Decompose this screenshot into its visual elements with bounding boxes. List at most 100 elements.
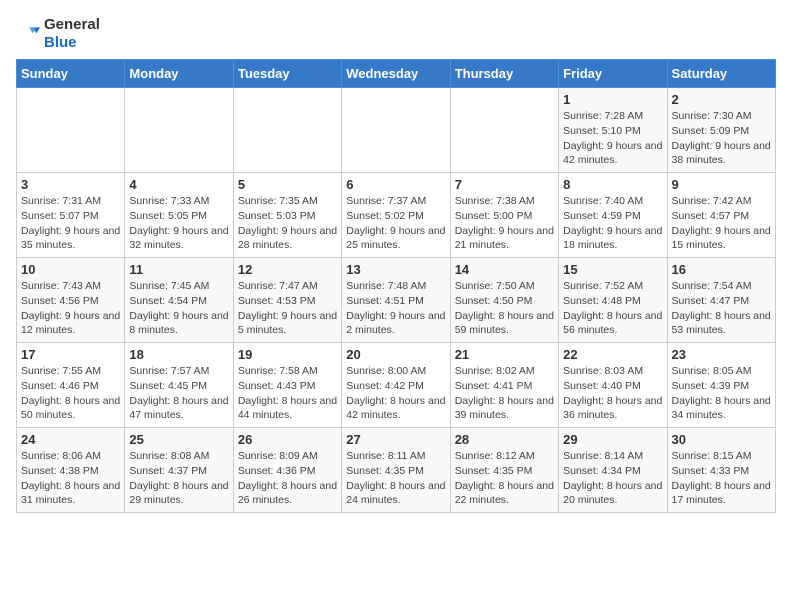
day-number: 7 — [455, 177, 554, 192]
day-number: 16 — [672, 262, 771, 277]
week-row-1: 1Sunrise: 7:28 AM Sunset: 5:10 PM Daylig… — [17, 88, 776, 173]
day-cell: 10Sunrise: 7:43 AM Sunset: 4:56 PM Dayli… — [17, 258, 125, 343]
day-cell: 17 Sunrise: 7:55 AM Sunset: 4:46 PM Dayli… — [17, 343, 125, 428]
day-info: Sunrise: 8:14 AM Sunset: 4:34 PM Dayligh… — [563, 449, 662, 508]
day-cell: 18 Sunrise: 7:57 AM Sunset: 4:45 PM Dayli… — [125, 343, 233, 428]
day-cell: 4Sunrise: 7:33 AM Sunset: 5:05 PM Daylig… — [125, 173, 233, 258]
day-cell — [233, 88, 341, 173]
header-cell-saturday: Saturday — [667, 60, 775, 88]
day-cell: 5Sunrise: 7:35 AM Sunset: 5:03 PM Daylig… — [233, 173, 341, 258]
day-cell: 11 Sunrise: 7:45 AM Sunset: 4:54 PM Dayli… — [125, 258, 233, 343]
day-info: Sunrise: 7:33 AM Sunset: 5:05 PM Dayligh… — [129, 194, 228, 253]
day-number: 25 — [129, 432, 228, 447]
calendar-header: SundayMondayTuesdayWednesdayThursdayFrid… — [17, 60, 776, 88]
day-info: Sunrise: 8:02 AM Sunset: 4:41 PM Dayligh… — [455, 364, 554, 423]
day-info: Sunrise: 7:50 AM Sunset: 4:50 PM Dayligh… — [455, 279, 554, 338]
header-cell-sunday: Sunday — [17, 60, 125, 88]
day-number: 23 — [672, 347, 771, 362]
logo-blue-text: Blue — [44, 34, 77, 51]
day-info: Sunrise: 7:37 AM Sunset: 5:02 PM Dayligh… — [346, 194, 445, 253]
day-info: Sunrise: 8:12 AM Sunset: 4:35 PM Dayligh… — [455, 449, 554, 508]
week-row-4: 17 Sunrise: 7:55 AM Sunset: 4:46 PM Dayli… — [17, 343, 776, 428]
day-info: Sunrise: 8:00 AM Sunset: 4:42 PM Dayligh… — [346, 364, 445, 423]
day-cell: 30Sunrise: 8:15 AM Sunset: 4:33 PM Dayli… — [667, 428, 775, 513]
day-info: Sunrise: 8:15 AM Sunset: 4:33 PM Dayligh… — [672, 449, 771, 508]
day-number: 2 — [672, 92, 771, 107]
header-cell-friday: Friday — [559, 60, 667, 88]
day-number: 9 — [672, 177, 771, 192]
logo-bird-icon — [16, 20, 40, 48]
day-info: Sunrise: 7:31 AM Sunset: 5:07 PM Dayligh… — [21, 194, 120, 253]
logo-general-text: General — [44, 16, 100, 33]
header-cell-wednesday: Wednesday — [342, 60, 450, 88]
day-cell — [342, 88, 450, 173]
day-number: 12 — [238, 262, 337, 277]
day-cell: 3 Sunrise: 7:31 AM Sunset: 5:07 PM Daylig… — [17, 173, 125, 258]
day-info: Sunrise: 7:57 AM Sunset: 4:45 PM Dayligh… — [129, 364, 228, 423]
day-number: 6 — [346, 177, 445, 192]
header-cell-thursday: Thursday — [450, 60, 558, 88]
page-header: General Blue — [16, 16, 776, 51]
day-number: 3 — [21, 177, 120, 192]
day-cell — [17, 88, 125, 173]
header-cell-tuesday: Tuesday — [233, 60, 341, 88]
day-number: 19 — [238, 347, 337, 362]
day-info: Sunrise: 7:28 AM Sunset: 5:10 PM Dayligh… — [563, 109, 662, 168]
day-cell: 2 Sunrise: 7:30 AM Sunset: 5:09 PM Daylig… — [667, 88, 775, 173]
week-row-3: 10Sunrise: 7:43 AM Sunset: 4:56 PM Dayli… — [17, 258, 776, 343]
week-row-2: 3 Sunrise: 7:31 AM Sunset: 5:07 PM Daylig… — [17, 173, 776, 258]
day-cell: 22 Sunrise: 8:03 AM Sunset: 4:40 PM Dayli… — [559, 343, 667, 428]
day-cell: 8 Sunrise: 7:40 AM Sunset: 4:59 PM Daylig… — [559, 173, 667, 258]
day-cell: 26 Sunrise: 8:09 AM Sunset: 4:36 PM Dayli… — [233, 428, 341, 513]
day-cell: 25 Sunrise: 8:08 AM Sunset: 4:37 PM Dayli… — [125, 428, 233, 513]
day-cell: 13 Sunrise: 7:48 AM Sunset: 4:51 PM Dayli… — [342, 258, 450, 343]
day-cell: 24 Sunrise: 8:06 AM Sunset: 4:38 PM Dayli… — [17, 428, 125, 513]
day-info: Sunrise: 7:55 AM Sunset: 4:46 PM Dayligh… — [21, 364, 120, 423]
day-number: 28 — [455, 432, 554, 447]
header-cell-monday: Monday — [125, 60, 233, 88]
day-info: Sunrise: 7:54 AM Sunset: 4:47 PM Dayligh… — [672, 279, 771, 338]
day-number: 22 — [563, 347, 662, 362]
day-number: 17 — [21, 347, 120, 362]
day-number: 13 — [346, 262, 445, 277]
day-info: Sunrise: 8:09 AM Sunset: 4:36 PM Dayligh… — [238, 449, 337, 508]
day-number: 24 — [21, 432, 120, 447]
day-cell — [450, 88, 558, 173]
day-info: Sunrise: 8:06 AM Sunset: 4:38 PM Dayligh… — [21, 449, 120, 508]
day-info: Sunrise: 7:58 AM Sunset: 4:43 PM Dayligh… — [238, 364, 337, 423]
calendar-body: 1Sunrise: 7:28 AM Sunset: 5:10 PM Daylig… — [17, 88, 776, 513]
day-info: Sunrise: 7:52 AM Sunset: 4:48 PM Dayligh… — [563, 279, 662, 338]
day-info: Sunrise: 7:45 AM Sunset: 4:54 PM Dayligh… — [129, 279, 228, 338]
day-number: 10 — [21, 262, 120, 277]
week-row-5: 24 Sunrise: 8:06 AM Sunset: 4:38 PM Dayli… — [17, 428, 776, 513]
day-info: Sunrise: 7:35 AM Sunset: 5:03 PM Dayligh… — [238, 194, 337, 253]
day-cell: 7Sunrise: 7:38 AM Sunset: 5:00 PM Daylig… — [450, 173, 558, 258]
day-info: Sunrise: 7:42 AM Sunset: 4:57 PM Dayligh… — [672, 194, 771, 253]
day-cell: 28 Sunrise: 8:12 AM Sunset: 4:35 PM Dayli… — [450, 428, 558, 513]
day-cell: 1Sunrise: 7:28 AM Sunset: 5:10 PM Daylig… — [559, 88, 667, 173]
day-number: 20 — [346, 347, 445, 362]
day-number: 18 — [129, 347, 228, 362]
day-cell: 27Sunrise: 8:11 AM Sunset: 4:35 PM Dayli… — [342, 428, 450, 513]
day-info: Sunrise: 7:48 AM Sunset: 4:51 PM Dayligh… — [346, 279, 445, 338]
day-cell: 16 Sunrise: 7:54 AM Sunset: 4:47 PM Dayli… — [667, 258, 775, 343]
day-number: 8 — [563, 177, 662, 192]
day-info: Sunrise: 7:30 AM Sunset: 5:09 PM Dayligh… — [672, 109, 771, 168]
day-info: Sunrise: 8:03 AM Sunset: 4:40 PM Dayligh… — [563, 364, 662, 423]
day-info: Sunrise: 8:08 AM Sunset: 4:37 PM Dayligh… — [129, 449, 228, 508]
day-number: 26 — [238, 432, 337, 447]
day-info: Sunrise: 7:47 AM Sunset: 4:53 PM Dayligh… — [238, 279, 337, 338]
day-number: 15 — [563, 262, 662, 277]
logo: General Blue — [16, 16, 100, 51]
day-cell: 21Sunrise: 8:02 AM Sunset: 4:41 PM Dayli… — [450, 343, 558, 428]
day-cell: 15 Sunrise: 7:52 AM Sunset: 4:48 PM Dayli… — [559, 258, 667, 343]
day-cell: 6 Sunrise: 7:37 AM Sunset: 5:02 PM Daylig… — [342, 173, 450, 258]
day-cell: 9 Sunrise: 7:42 AM Sunset: 4:57 PM Daylig… — [667, 173, 775, 258]
day-number: 11 — [129, 262, 228, 277]
day-cell: 14Sunrise: 7:50 AM Sunset: 4:50 PM Dayli… — [450, 258, 558, 343]
day-info: Sunrise: 7:40 AM Sunset: 4:59 PM Dayligh… — [563, 194, 662, 253]
day-cell: 20 Sunrise: 8:00 AM Sunset: 4:42 PM Dayli… — [342, 343, 450, 428]
day-number: 27 — [346, 432, 445, 447]
day-cell: 23Sunrise: 8:05 AM Sunset: 4:39 PM Dayli… — [667, 343, 775, 428]
day-cell: 29Sunrise: 8:14 AM Sunset: 4:34 PM Dayli… — [559, 428, 667, 513]
